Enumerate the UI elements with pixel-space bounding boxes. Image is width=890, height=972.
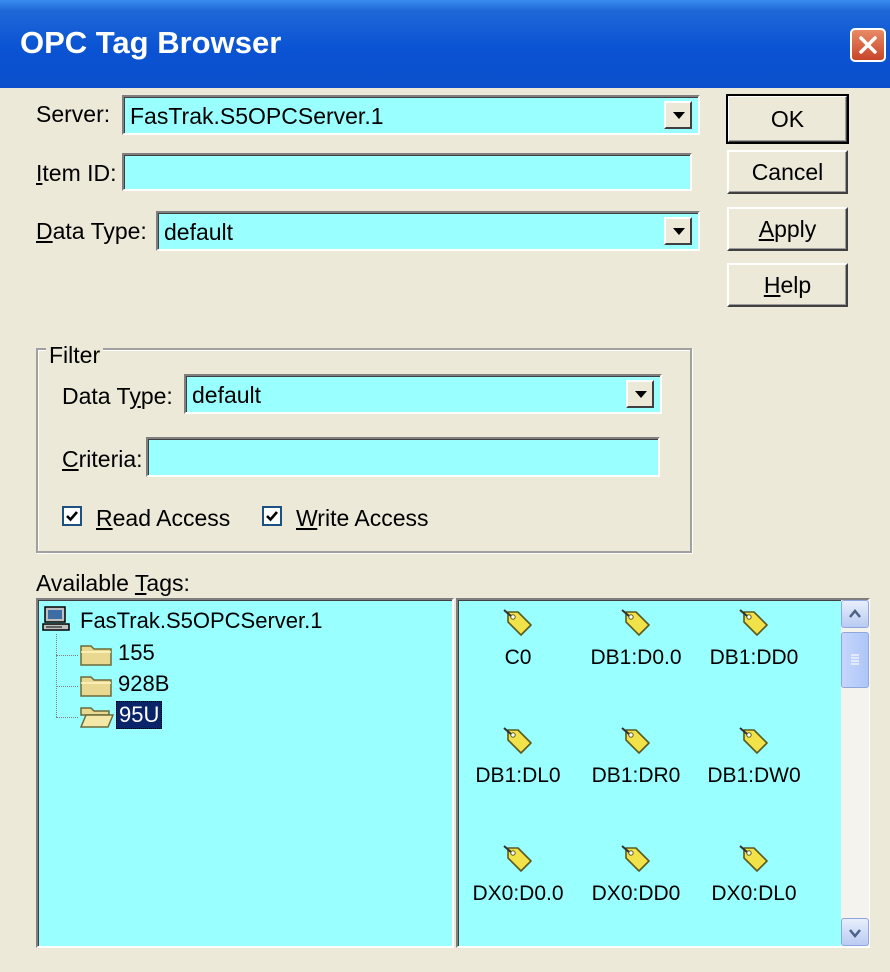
cancel-button[interactable]: Cancel	[727, 150, 848, 194]
tag-icon	[503, 609, 532, 636]
write-access-label[interactable]: Write Access	[296, 505, 429, 532]
tag-label: DB1:D0.0	[590, 646, 682, 669]
tag-label: DB1:DW0	[707, 764, 801, 787]
checkmark-icon	[266, 511, 278, 522]
tree-connector-line	[56, 634, 57, 717]
computer-icon	[42, 606, 70, 631]
write-access-checkbox[interactable]	[262, 506, 282, 526]
tag-label: DX0:DD0	[591, 882, 681, 905]
scroll-down-icon	[849, 929, 861, 938]
read-access-checkbox[interactable]	[62, 506, 82, 526]
criteria-input[interactable]	[146, 437, 660, 477]
tree-folder-155[interactable]: 155	[118, 640, 155, 666]
close-icon	[859, 36, 877, 54]
folder-icon	[80, 645, 112, 666]
tag-label: DB1:DD0	[709, 646, 799, 669]
data-type-value: default	[164, 219, 234, 245]
data-type-label: Data Type:	[36, 218, 147, 244]
tag-label: C0	[504, 646, 532, 669]
tree-folder-928b[interactable]: 928B	[118, 671, 169, 697]
scroll-up-icon	[849, 609, 861, 618]
server-value: FasTrak.S5OPCServer.1	[130, 103, 384, 129]
data-type-dropdown-arrow-icon[interactable]	[664, 217, 692, 245]
scroll-down-button[interactable]	[841, 918, 869, 946]
tag-icon	[503, 727, 532, 754]
tree-connector-line	[56, 655, 78, 656]
scroll-up-button[interactable]	[841, 600, 869, 628]
server-combobox[interactable]: FasTrak.S5OPCServer.1	[122, 95, 700, 135]
read-access-label[interactable]: Read Access	[96, 505, 230, 532]
tag-icon	[621, 845, 650, 872]
tree-folder-95u[interactable]: 95U	[116, 701, 163, 729]
tree-connector-line	[56, 686, 78, 687]
title-bar[interactable]: OPC Tag Browser	[0, 0, 890, 88]
tag-icon	[739, 609, 768, 636]
filter-data-type-dropdown-arrow-icon[interactable]	[626, 380, 654, 408]
open-folder-icon	[80, 707, 114, 728]
tag-tree-view[interactable]: FasTrak.S5OPCServer.1 155 928B 95U	[36, 598, 454, 948]
available-tags-label: Available Tags:	[36, 570, 190, 596]
filter-data-type-label: Data Type:	[62, 383, 173, 409]
tag-icon	[739, 727, 768, 754]
tag-icon	[621, 727, 650, 754]
scroll-grip-icon	[851, 654, 859, 665]
apply-button[interactable]: Apply	[727, 207, 848, 251]
item-id-input[interactable]	[122, 153, 692, 191]
tag-label: DX0:D0.0	[472, 882, 564, 905]
help-button[interactable]: Help	[727, 263, 848, 307]
tag-icon	[503, 845, 532, 872]
criteria-label: Criteria:	[62, 446, 143, 472]
filter-data-type-combobox[interactable]: default	[184, 374, 662, 414]
server-dropdown-arrow-icon[interactable]	[664, 101, 692, 129]
tag-list-view[interactable]: C0 DB1:D0.0 DB1:DD0 DB1:DL0 DB1:DR0 DB1:DW0 DX…	[456, 598, 870, 948]
close-button[interactable]	[850, 28, 886, 62]
data-type-combobox[interactable]: default	[156, 211, 700, 251]
folder-icon	[80, 676, 112, 697]
opc-tag-browser-window: OPC Tag Browser Server: FasTrak.S5OPCSer…	[0, 0, 890, 972]
tag-label: DX0:DL0	[711, 882, 797, 905]
filter-data-type-value: default	[192, 382, 262, 408]
tree-connector-line	[56, 717, 78, 718]
scroll-thumb[interactable]	[841, 632, 869, 688]
filter-legend: Filter	[46, 342, 104, 369]
checkmark-icon	[66, 511, 78, 522]
item-id-label: Item ID:	[36, 160, 117, 186]
tag-label: DB1:DR0	[591, 764, 681, 787]
window-title: OPC Tag Browser	[20, 25, 282, 60]
tag-label: DB1:DL0	[475, 764, 561, 787]
tag-list-scrollbar[interactable]	[841, 600, 869, 946]
tag-icon	[621, 609, 650, 636]
tag-icon	[739, 845, 768, 872]
server-label: Server:	[36, 101, 111, 127]
tree-root-server[interactable]: FasTrak.S5OPCServer.1	[80, 608, 322, 634]
ok-button[interactable]: OK	[726, 94, 849, 144]
